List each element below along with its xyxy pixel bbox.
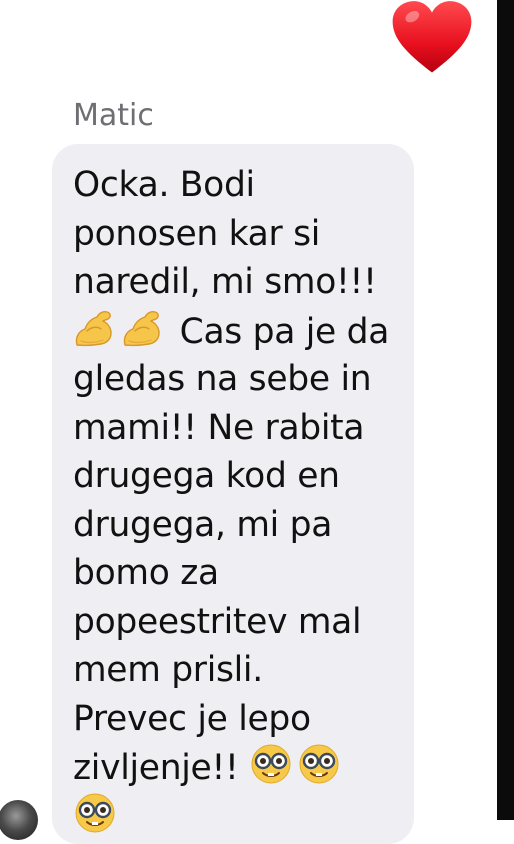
flexed-biceps-emoji — [73, 307, 117, 349]
message-line: drugega kod en — [73, 452, 409, 501]
message-text: Ocka. Bodi ponosen kar si naredil, mi smo!… — [73, 161, 409, 840]
message-line: popeestritev mal — [73, 598, 409, 647]
message-line: gledas na sebe in — [73, 355, 409, 404]
avatar[interactable] — [0, 800, 38, 840]
message-line: bomo za — [73, 549, 409, 598]
message-line: mami!! Ne rabita — [73, 404, 409, 453]
sender-name: Matic — [73, 98, 154, 133]
nerd-face-emoji — [249, 743, 293, 785]
nerd-face-emoji — [297, 743, 341, 785]
message-line: Cas pa je da — [73, 307, 409, 356]
message-line — [73, 792, 409, 841]
nerd-face-emoji — [73, 792, 117, 834]
message-line-text: ponosen kar si — [73, 213, 321, 254]
message-line-text: mami!! Ne rabita — [73, 407, 365, 448]
message-line-text: bomo za — [73, 553, 219, 593]
message-line-text: popeestritev mal — [73, 601, 362, 642]
message-line-text: drugega, mi pa — [73, 504, 333, 545]
flexed-biceps-emoji — [121, 307, 165, 349]
message-line-text: mem prisli. — [73, 650, 263, 690]
message-line-text: zivljenje!! — [73, 748, 250, 788]
window-edge — [497, 0, 514, 820]
message-line: Prevec je lepo — [73, 695, 409, 744]
message-line-text: Prevec je lepo — [73, 698, 311, 739]
message-line: ponosen kar si — [73, 210, 409, 259]
message-line-text: drugega kod en — [73, 456, 340, 496]
heart-icon[interactable] — [391, 0, 473, 76]
message-line-text: Cas pa je da — [169, 311, 390, 352]
message-line: zivljenje!! — [73, 743, 409, 792]
message-line-text: naredil, mi smo!!! — [73, 262, 377, 302]
message-line-text: gledas na sebe in — [73, 359, 372, 399]
message-line: Ocka. Bodi — [73, 161, 409, 210]
message-line: naredil, mi smo!!! — [73, 258, 409, 307]
message-line: mem prisli. — [73, 646, 409, 695]
message-line: drugega, mi pa — [73, 501, 409, 550]
message-line-text: Ocka. Bodi — [73, 165, 255, 205]
